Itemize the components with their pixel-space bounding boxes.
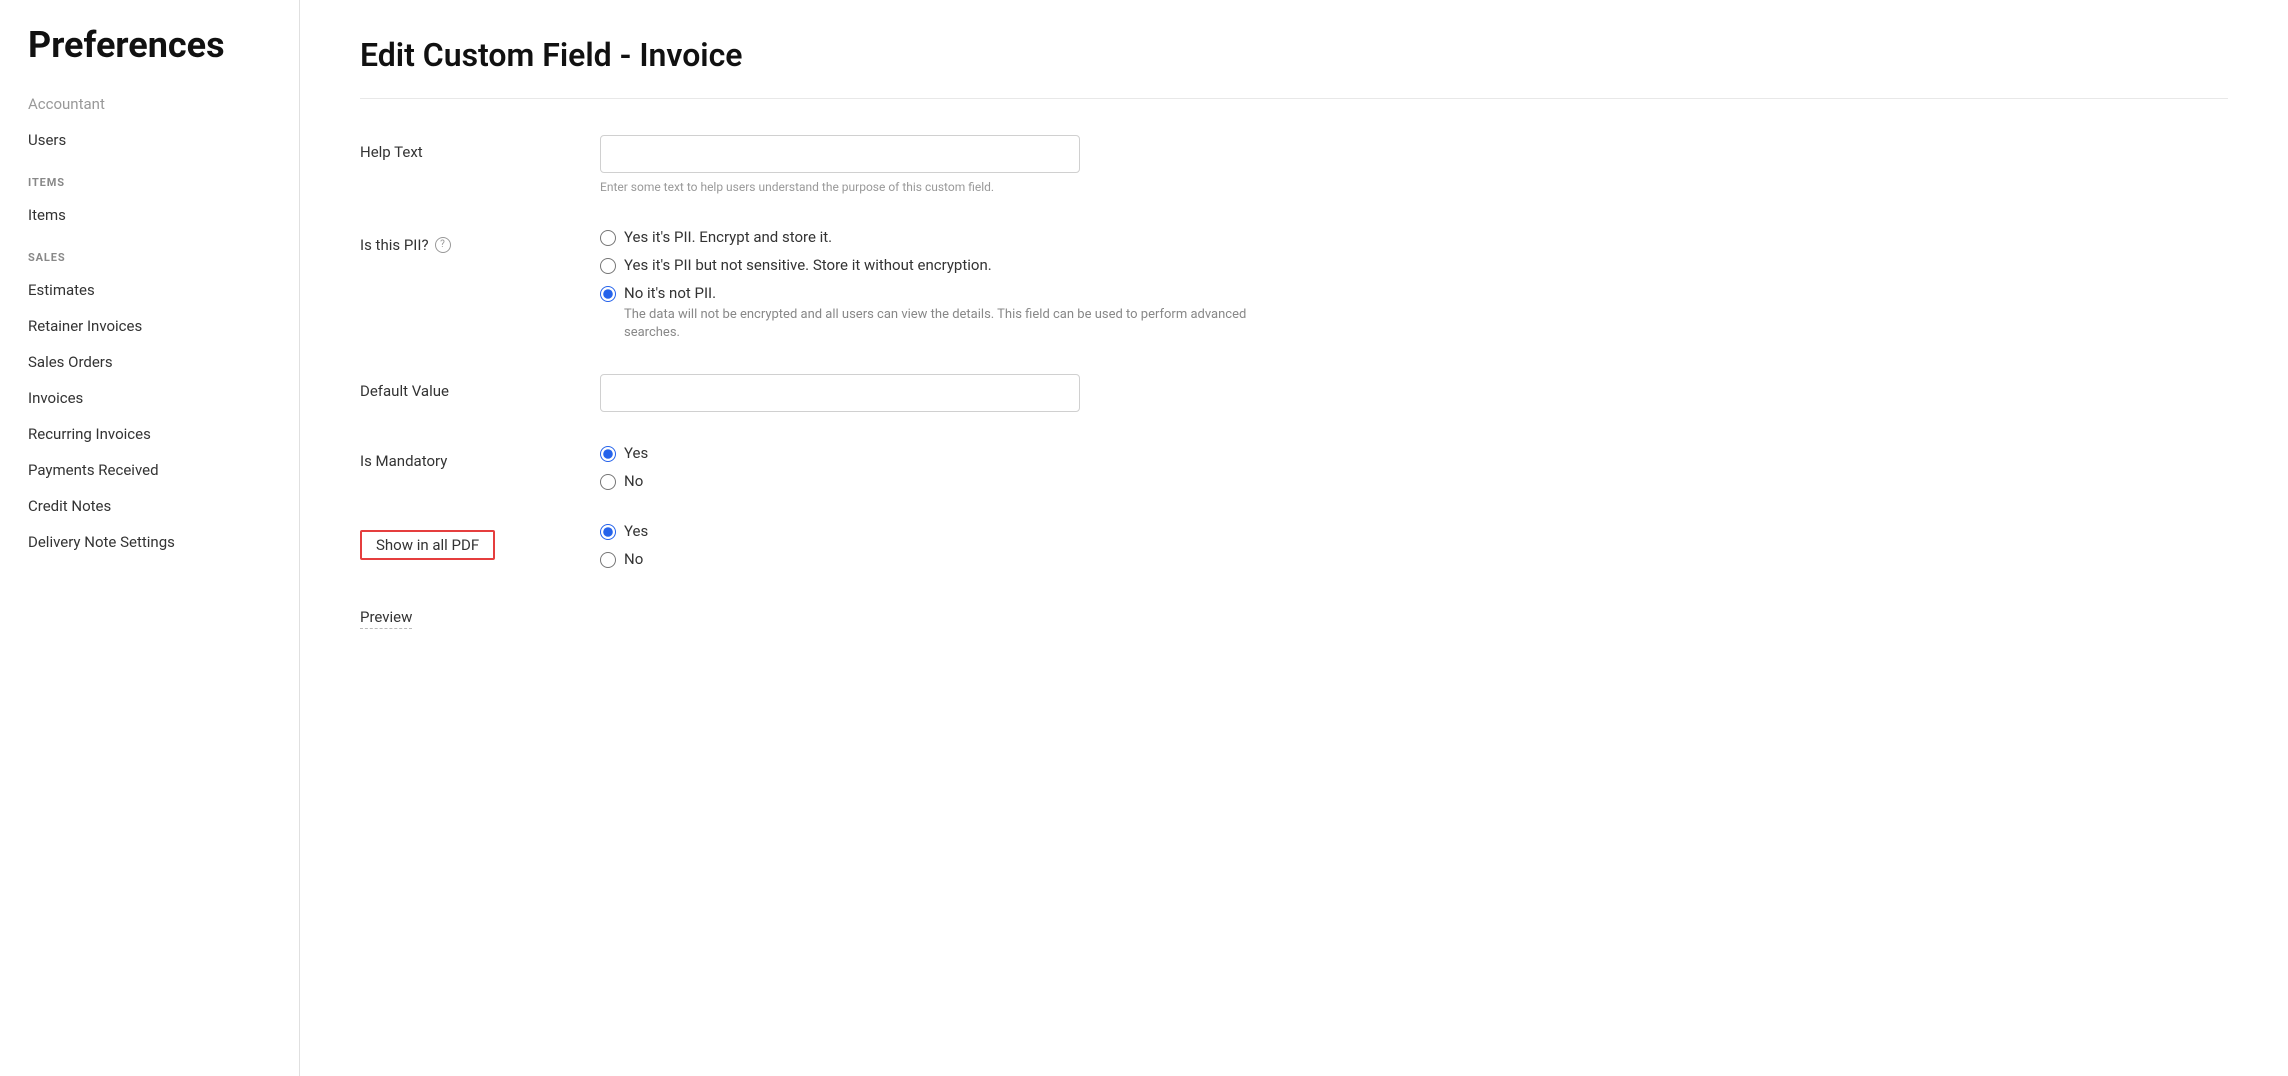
sidebar-section-items: ITEMS xyxy=(0,158,299,197)
preview-row: Preview xyxy=(360,600,2228,629)
sidebar-item-recurring-invoices[interactable]: Recurring Invoices xyxy=(0,416,299,452)
sidebar-section-sales: SALES xyxy=(0,233,299,272)
help-text-control: Enter some text to help users understand… xyxy=(600,135,2228,196)
sidebar-item-retainer-invoices[interactable]: Retainer Invoices xyxy=(0,308,299,344)
help-text-row: Help Text Enter some text to help users … xyxy=(360,135,2228,196)
help-text-input[interactable] xyxy=(600,135,1080,173)
mandatory-no-label: No xyxy=(624,472,643,490)
page-title: Edit Custom Field - Invoice xyxy=(360,36,2228,99)
help-text-label: Help Text xyxy=(360,143,423,161)
sidebar-item-credit-notes[interactable]: Credit Notes xyxy=(0,488,299,524)
mandatory-radio-no[interactable] xyxy=(600,474,616,490)
show-pdf-label-wrapper: Show in all PDF xyxy=(360,522,560,560)
mandatory-option-no[interactable]: No xyxy=(600,472,2228,490)
is-pii-row: Is this PII? ? Yes it's PII. Encrypt and… xyxy=(360,228,2228,342)
show-pdf-option-no[interactable]: No xyxy=(600,550,2228,568)
sidebar-item-sales-orders[interactable]: Sales Orders xyxy=(0,344,299,380)
default-value-label-wrapper: Default Value xyxy=(360,374,560,400)
pii-radio-group: Yes it's PII. Encrypt and store it. Yes … xyxy=(600,228,2228,342)
show-pdf-row: Show in all PDF Yes No xyxy=(360,522,2228,568)
sidebar-item-users[interactable]: Users xyxy=(0,122,299,158)
is-mandatory-label: Is Mandatory xyxy=(360,452,447,470)
mandatory-yes-label: Yes xyxy=(624,444,648,462)
is-pii-label: Is this PII? xyxy=(360,236,429,254)
show-pdf-no-label: No xyxy=(624,550,643,568)
pii-radio-not-sensitive[interactable] xyxy=(600,258,616,274)
show-pdf-control: Yes No xyxy=(600,522,2228,568)
main-content: Edit Custom Field - Invoice Help Text En… xyxy=(300,0,2288,1076)
mandatory-radio-group: Yes No xyxy=(600,444,2228,490)
show-pdf-label: Show in all PDF xyxy=(360,530,495,560)
pii-radio-encrypt[interactable] xyxy=(600,230,616,246)
pii-help-icon[interactable]: ? xyxy=(435,237,451,253)
is-mandatory-label-wrapper: Is Mandatory xyxy=(360,444,560,470)
sidebar-item-invoices[interactable]: Invoices xyxy=(0,380,299,416)
sidebar: Preferences Accountant Users ITEMS Items… xyxy=(0,0,300,1076)
help-text-label-wrapper: Help Text xyxy=(360,135,560,161)
sidebar-item-accountant[interactable]: Accountant xyxy=(0,86,299,122)
preview-label: Preview xyxy=(360,608,412,629)
is-mandatory-row: Is Mandatory Yes No xyxy=(360,444,2228,490)
default-value-control xyxy=(600,374,2228,412)
show-pdf-option-yes[interactable]: Yes xyxy=(600,522,2228,540)
pii-option-not-pii[interactable]: No it's not PII. xyxy=(600,284,2228,302)
mandatory-option-yes[interactable]: Yes xyxy=(600,444,2228,462)
mandatory-radio-yes[interactable] xyxy=(600,446,616,462)
pii-option-not-sensitive[interactable]: Yes it's PII but not sensitive. Store it… xyxy=(600,256,2228,274)
show-pdf-radio-no[interactable] xyxy=(600,552,616,568)
show-pdf-radio-group: Yes No xyxy=(600,522,2228,568)
pii-option-encrypt-label: Yes it's PII. Encrypt and store it. xyxy=(624,228,832,246)
default-value-row: Default Value xyxy=(360,374,2228,412)
pii-option-not-pii-group: No it's not PII. The data will not be en… xyxy=(600,284,2228,342)
pii-option-not-pii-label: No it's not PII. xyxy=(624,284,716,302)
pii-radio-not-pii[interactable] xyxy=(600,286,616,302)
is-mandatory-control: Yes No xyxy=(600,444,2228,490)
pii-option-encrypt[interactable]: Yes it's PII. Encrypt and store it. xyxy=(600,228,2228,246)
sidebar-title: Preferences xyxy=(0,24,299,86)
preview-label-wrapper: Preview xyxy=(360,600,560,629)
default-value-label: Default Value xyxy=(360,382,449,400)
show-pdf-yes-label: Yes xyxy=(624,522,648,540)
is-pii-label-wrapper: Is this PII? ? xyxy=(360,228,560,254)
help-text-hint: Enter some text to help users understand… xyxy=(600,179,1080,196)
sidebar-item-items[interactable]: Items xyxy=(0,197,299,233)
is-pii-control: Yes it's PII. Encrypt and store it. Yes … xyxy=(600,228,2228,342)
show-pdf-radio-yes[interactable] xyxy=(600,524,616,540)
default-value-input[interactable] xyxy=(600,374,1080,412)
pii-option-not-sensitive-label: Yes it's PII but not sensitive. Store it… xyxy=(624,256,992,274)
pii-sub-text: The data will not be encrypted and all u… xyxy=(624,306,1304,342)
sidebar-item-estimates[interactable]: Estimates xyxy=(0,272,299,308)
sidebar-item-delivery-note[interactable]: Delivery Note Settings xyxy=(0,524,299,560)
sidebar-item-payments-received[interactable]: Payments Received xyxy=(0,452,299,488)
